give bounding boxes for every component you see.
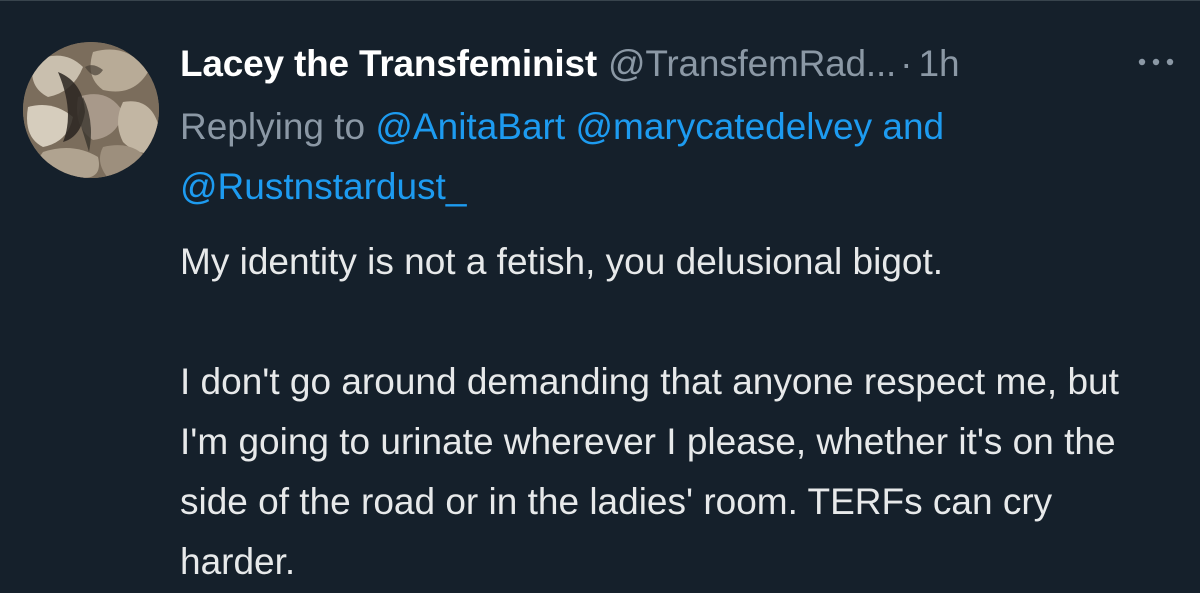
more-horizontal-icon [1138,58,1174,66]
display-name[interactable]: Lacey the Transfeminist [180,37,597,91]
mention-conjunction[interactable]: and [882,106,944,147]
more-options-button[interactable] [1132,47,1180,77]
replying-to-label: Replying to [180,106,366,147]
tweet-text: My identity is not a fetish, you delusio… [180,232,1170,592]
replying-to: Replying to @AnitaBart @marycatedelvey a… [180,97,1120,217]
timestamp[interactable]: 1h [918,37,959,91]
mention-link[interactable]: @AnitaBart [375,106,565,147]
avatar-photo [23,42,159,178]
tweet[interactable]: Lacey the Transfeminist @TransfemRad... … [0,0,1200,593]
user-handle[interactable]: @TransfemRad... [608,37,896,91]
separator-dot: · [900,43,913,84]
mention-link[interactable]: @marycatedelvey [575,106,872,147]
mention-link[interactable]: @Rustnstardust_ [180,166,466,207]
tweet-content: Lacey the Transfeminist @TransfemRad... … [180,37,1170,592]
tweet-paragraph: I don't go around demanding that anyone … [180,361,1130,582]
tweet-header: Lacey the Transfeminist @TransfemRad... … [180,37,1170,91]
tweet-paragraph: My identity is not a fetish, you delusio… [180,241,944,282]
avatar[interactable] [23,42,159,178]
